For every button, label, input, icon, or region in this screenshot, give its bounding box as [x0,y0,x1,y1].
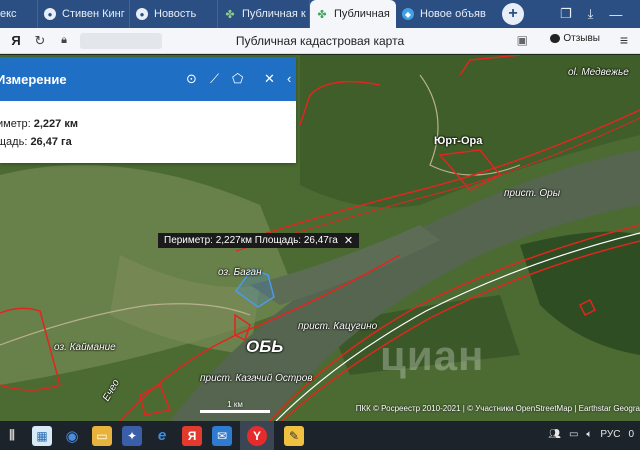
tab-new-ad[interactable]: ◆ Новое объяв [396,0,492,28]
place-label: прист. Оры [504,188,561,199]
yandex-browser-icon: Y [247,425,267,446]
close-icon[interactable]: ✕ [344,234,353,247]
map-icon: ✤ [225,8,235,21]
app-icon[interactable]: ✦ [122,425,142,446]
tab-label: екс [0,8,17,20]
point-measure-icon[interactable]: ⊙ [186,71,197,87]
ad-icon: ◆ [402,8,414,20]
watermark: циан [380,332,485,379]
control-panel-icon[interactable]: ▦ [32,425,52,446]
collections-icon[interactable]: ❐ [560,6,572,22]
browser-window: екс ● Стивен Кинг ● Новость ✤ Публичная … [0,0,640,450]
tab-label: Новость [154,8,197,20]
downloads-icon[interactable]: ⤓ [588,6,594,22]
map-attribution: ПКК © Росреестр 2010-2021 | © Участники … [355,404,640,413]
polygon-measure-icon[interactable]: ⬠ [232,71,243,87]
tab-cadastral-map[interactable]: ✤ Публичная к [218,0,310,28]
place-label: Юрт-Ора [434,135,483,147]
web-icon: ● [136,8,148,20]
map-icon: ✤ [317,8,327,21]
mail-icon[interactable]: ✉ [212,425,232,446]
language-indicator[interactable]: РУС [600,429,620,440]
scale-bar: 1 км [200,400,270,416]
measure-tooltip: Периметр: 2,227км Площадь: 26,47га ✕ [158,233,360,248]
clock[interactable]: 0 [628,429,634,440]
address-bar: Я ↻ 🔒︎ Публичная кадастровая карта ▣ Отз… [0,28,640,54]
scale-label: 1 км [227,400,243,409]
network-icon[interactable]: ▭ [569,429,578,440]
measure-panel-title: Измерение [0,71,67,87]
taskbar: ⫼ ▦ ◉ ▭ ✦ e Я ✉ Y ✎ 👥︎ ▭ 🔈︎ РУС 0 [0,421,640,450]
chrome-icon[interactable]: ◉ [62,426,82,446]
measure-panel: Измерение ⊙ ⟋ ⬠ ✕ ‹ иметр: 2,227 км щадь… [0,57,296,163]
area-row: щадь: 26,47 га [0,136,72,148]
area-value: 26,47 га [30,136,72,148]
place-label: ol. Медвежье [568,67,629,78]
line-measure-icon[interactable]: ⟋ [210,71,219,87]
reviews-label: Отзывы [563,33,600,44]
tab-news[interactable]: ● Новость [130,0,218,28]
chat-bubble-icon [550,34,561,43]
paint-icon[interactable]: ✎ [284,425,304,446]
area-label: щадь: [0,136,28,148]
page-title: Публичная кадастровая карта [235,34,405,48]
measure-panel-header: Измерение ⊙ ⟋ ⬠ ✕ ‹ [0,57,296,101]
tab-0[interactable]: екс [0,0,38,28]
folder-icon[interactable]: ▭ [92,425,112,446]
tab-label: Стивен Кинг [62,8,125,20]
volume-icon[interactable]: 🔈︎ [586,429,592,440]
tab-label: Публичная к [242,8,306,20]
tab-label: Публичная [334,8,390,20]
scale-line [200,410,270,413]
people-icon[interactable]: 👥︎ [548,429,561,440]
tooltip-text: Периметр: 2,227км Площадь: 26,47га [164,235,338,246]
river-label: ОБЬ [246,337,284,356]
yandex-browser-button[interactable]: Y [240,421,274,450]
chevron-left-icon[interactable]: ‹ [287,71,291,86]
internet-explorer-icon[interactable]: e [152,426,172,446]
tab-cadastral-map-active[interactable]: ✤ Публичная × [310,0,396,28]
system-tray: 👥︎ ▭ 🔈︎ РУС 0 [548,429,634,440]
tab-label: Новое объяв [420,8,486,20]
minimize-icon[interactable]: — [609,7,622,22]
place-label: оз. Каймание [54,342,116,353]
yandex-icon[interactable]: Я [182,425,202,446]
close-icon[interactable]: ✕ [264,71,275,87]
web-icon: ● [44,8,56,20]
tab-stephen-king[interactable]: ● Стивен Кинг [38,0,130,28]
reviews-button[interactable]: Отзывы [550,33,600,44]
place-label: прист. Казачий Остров [200,373,313,384]
perimeter-value: 2,227 км [33,118,78,130]
perimeter-label: иметр: [0,118,31,130]
new-tab-button[interactable]: + [502,3,524,25]
task-view-icon[interactable]: ⫼ [2,426,22,446]
perimeter-row: иметр: 2,227 км [0,118,78,130]
menu-icon[interactable]: ≡ [620,32,628,48]
tab-strip: екс ● Стивен Кинг ● Новость ✤ Публичная … [0,0,640,28]
protect-icon[interactable]: ▣ [517,33,528,47]
place-label: оз. Баган [218,267,262,278]
place-label: прист. Кацугино [298,321,378,332]
